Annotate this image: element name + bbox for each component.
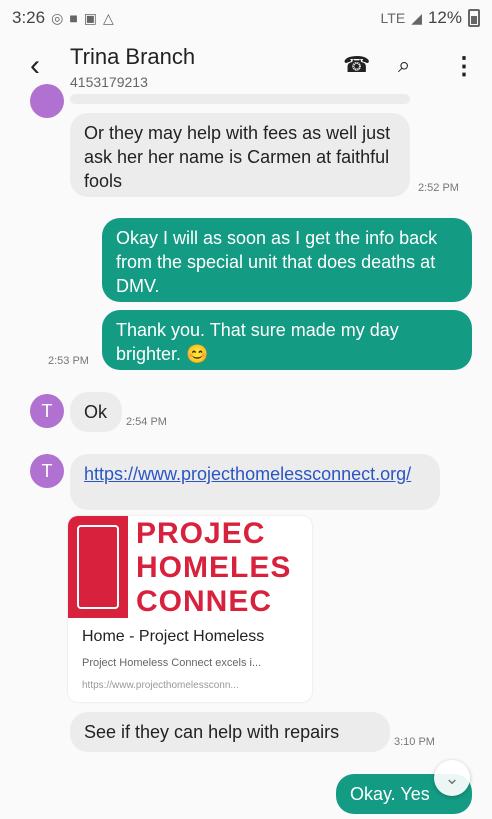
message-text: Okay. Yes [350, 784, 430, 804]
message-text: Or they may help with fees as well just … [84, 123, 391, 191]
preview-description: Project Homeless Connect excels i... [82, 657, 262, 669]
message-text: Thank you. That sure made my day brighte… [116, 320, 399, 364]
message-bubble [70, 94, 410, 104]
avatar: T [30, 454, 64, 488]
message-bubble[interactable]: Okay I will as soon as I get the info ba… [102, 218, 472, 302]
conversation-header: ‹ Trina Branch 4153179213 ☎ ⌕ ⋮ [0, 36, 492, 98]
avatar: T [30, 394, 64, 428]
battery-percent: 12% [427, 8, 462, 27]
message-time: 2:52 PM [418, 182, 459, 194]
logo-icon [68, 516, 128, 618]
message-text: See if they can help with repairs [84, 722, 340, 742]
lock-icon: ■ [69, 10, 78, 26]
message-time: 2:54 PM [126, 416, 167, 428]
status-left: 3:26 ◎ ■ ▣ △ [12, 8, 114, 28]
status-right: LTE ◢ 12% [381, 8, 480, 28]
message-bubble[interactable]: See if they can help with repairs [70, 712, 390, 752]
message-bubble[interactable]: Thank you. That sure made my day brighte… [102, 310, 472, 370]
back-icon[interactable]: ‹ [30, 51, 40, 81]
logo-line-2: HOMELES [136, 551, 292, 584]
notification-icon: ◎ [51, 9, 64, 26]
battery-icon [468, 9, 480, 27]
preview-url: https://www.projecthomelessconn... [82, 680, 239, 691]
message-time: 3:10 PM [394, 736, 435, 748]
avatar-letter: T [41, 460, 53, 481]
chevron-down-icon: ⌄ [444, 767, 460, 788]
messaging-screen: 3:26 ◎ ■ ▣ △ LTE ◢ 12% ‹ Trina Branch 41… [0, 0, 492, 819]
link-bubble[interactable]: https://www.projecthomelessconnect.org/ [70, 454, 440, 510]
search-icon[interactable]: ⌕ [398, 52, 410, 78]
network-label: LTE [380, 10, 406, 26]
logo-line-3: CONNEC [136, 585, 273, 618]
message-bubble[interactable]: Or they may help with fees as well just … [70, 113, 410, 197]
scroll-down-button[interactable]: ⌄ [434, 760, 470, 796]
conversation-thread[interactable]: Or they may help with fees as well just … [0, 84, 492, 819]
link-text[interactable]: https://www.projecthomelessconnect.org/ [84, 464, 411, 484]
preview-logo-text: PROJEC HOMELES CONNEC [136, 517, 308, 619]
contact-number: 4153179213 [70, 74, 148, 90]
avatar-letter: T [41, 400, 53, 421]
logo-line-1: PROJEC [136, 517, 266, 550]
menu-icon[interactable]: ⋮ [452, 52, 476, 81]
message-text: Okay I will as soon as I get the info ba… [116, 228, 438, 296]
contact-name: Trina Branch [70, 44, 196, 69]
preview-title: Home - Project Homeless [82, 628, 265, 645]
call-icon[interactable]: ☎ [343, 52, 370, 78]
avatar [30, 84, 64, 118]
message-time: 2:53 PM [48, 355, 89, 367]
drive-icon: △ [103, 9, 114, 26]
message-text: Ok [84, 402, 108, 422]
signal-icon: ◢ [411, 9, 422, 26]
link-preview-card[interactable]: PROJEC HOMELES CONNEC Home - Project Hom… [68, 516, 312, 702]
image-icon: ▣ [83, 9, 98, 26]
status-bar: 3:26 ◎ ■ ▣ △ LTE ◢ 12% [0, 0, 492, 36]
status-time: 3:26 [12, 8, 46, 27]
message-bubble[interactable]: Ok [70, 392, 122, 432]
